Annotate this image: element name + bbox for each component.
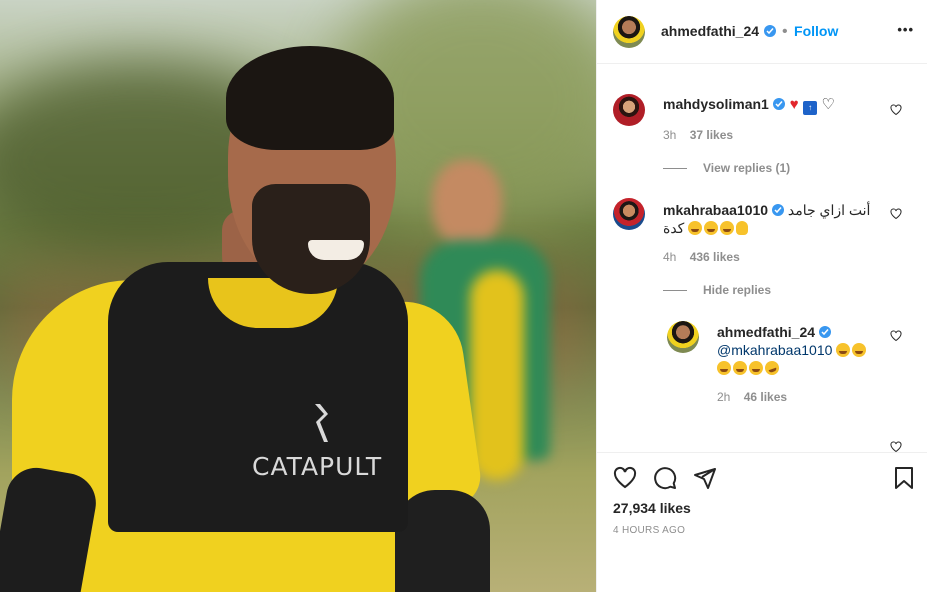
laughing-emoji: [717, 361, 731, 375]
reply-avatar[interactable]: [667, 321, 699, 353]
winking-emoji: [763, 359, 781, 377]
laughing-emoji: [704, 221, 719, 235]
comment-body: mahdysoliman1 ♥ ↑ ♡: [663, 95, 883, 115]
reply-username[interactable]: ahmedfathi_24: [717, 324, 815, 340]
reply-line-1: ahmedfathi_24: [717, 323, 892, 341]
ok-hand-emoji: [736, 221, 749, 235]
comment-username[interactable]: mahdysoliman1: [663, 96, 769, 112]
laughing-emoji: [749, 361, 763, 375]
vest-logo-text: CATAPULT: [252, 452, 383, 481]
comment-line-1: mkahrabaa1010 أنت ازاي جامد: [663, 201, 888, 219]
owner-avatar[interactable]: [613, 16, 645, 48]
post-side-panel: ahmedfathi_24 • Follow ••• mahdysoliman1…: [596, 0, 927, 592]
likes-count[interactable]: 27,934 likes: [613, 500, 691, 516]
comment-meta: 4h 436 likes: [663, 250, 740, 264]
view-replies-button[interactable]: View replies (1): [663, 161, 790, 175]
hide-replies-button[interactable]: Hide replies: [663, 283, 771, 297]
red-heart-emoji: ♥: [789, 96, 799, 113]
reply-age: 2h: [717, 390, 731, 404]
laughing-emoji: [688, 221, 703, 235]
share-icon[interactable]: [693, 466, 717, 490]
follow-button[interactable]: Follow: [794, 23, 838, 39]
comment-text-arabic: أنت ازاي جامد: [787, 202, 871, 218]
smile: [308, 240, 364, 260]
commenter-avatar[interactable]: [613, 94, 645, 126]
hair: [226, 46, 394, 150]
post-header: ahmedfathi_24 • Follow •••: [597, 0, 927, 64]
more-options-icon[interactable]: •••: [897, 22, 914, 37]
comment-username[interactable]: mkahrabaa1010: [663, 202, 768, 218]
white-heart-emoji: ♡: [821, 96, 835, 113]
laughing-emoji: [720, 221, 735, 235]
player-figure: CATAPULT: [0, 0, 596, 592]
laughing-emoji: [852, 343, 867, 357]
post-actions: 27,934 likes 4 HOURS AGO: [597, 452, 927, 592]
owner-username[interactable]: ahmedfathi_24: [661, 23, 759, 39]
beard: [252, 184, 370, 294]
comment-line-2: كدة: [663, 219, 888, 237]
comment-icon[interactable]: [653, 466, 677, 490]
comment-age: 4h: [663, 250, 677, 264]
catapult-logo-icon: [315, 404, 328, 442]
comment-like-heart-icon[interactable]: [890, 104, 902, 116]
reply-mention-link[interactable]: @mkahrabaa1010: [717, 342, 832, 358]
separator-dot: •: [781, 23, 788, 40]
post-image[interactable]: CATAPULT: [0, 0, 596, 592]
verified-icon: [818, 326, 831, 338]
laughing-emoji: [836, 343, 851, 357]
comment-body: mkahrabaa1010 أنت ازاي جامد كدة: [663, 201, 888, 237]
bookmark-icon[interactable]: [893, 466, 915, 490]
comment-like-heart-icon[interactable]: [890, 208, 902, 220]
replies-dash: [663, 168, 687, 170]
post-timestamp: 4 HOURS AGO: [613, 525, 686, 536]
reply-likes[interactable]: 46 likes: [744, 390, 787, 404]
heart-icon[interactable]: [613, 466, 637, 490]
view-replies-label[interactable]: View replies (1): [703, 161, 790, 175]
owner-info: ahmedfathi_24 • Follow: [661, 23, 838, 41]
hide-replies-label[interactable]: Hide replies: [703, 283, 771, 297]
reply-like-heart-icon[interactable]: [890, 330, 902, 342]
comment-likes[interactable]: 37 likes: [690, 128, 733, 142]
verified-icon: [763, 25, 776, 37]
reply-body: ahmedfathi_24 @mkahrabaa1010: [717, 323, 892, 377]
blue-badge-emoji: ↑: [803, 101, 818, 115]
laughing-emoji: [733, 361, 747, 375]
comment-text-arabic-2: كدة: [663, 220, 685, 236]
commenter-avatar[interactable]: [613, 198, 645, 230]
reply-meta: 2h 46 likes: [717, 390, 787, 404]
comment-likes[interactable]: 436 likes: [690, 250, 740, 264]
right-arm: [395, 490, 490, 592]
reply-line-2: @mkahrabaa1010: [717, 341, 892, 359]
verified-icon: [771, 204, 784, 216]
reply-line-3: [717, 359, 892, 377]
comment-age: 3h: [663, 128, 677, 142]
verified-icon: [773, 98, 786, 110]
replies-dash: [663, 290, 687, 292]
comment-meta: 3h 37 likes: [663, 128, 733, 142]
